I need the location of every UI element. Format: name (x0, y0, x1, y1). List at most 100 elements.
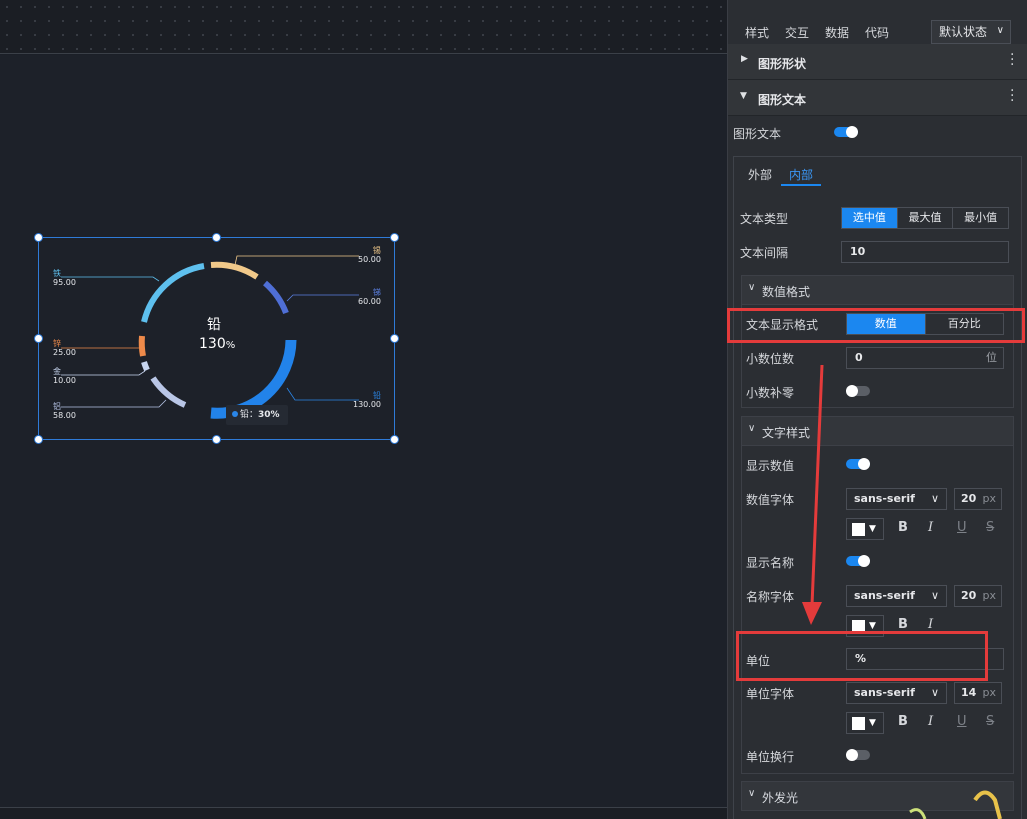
pad-zero-toggle[interactable] (846, 385, 870, 397)
bold-button[interactable]: B (898, 714, 908, 729)
more-icon[interactable]: · · · (1010, 48, 1014, 72)
strikethrough-button[interactable]: S (986, 714, 994, 729)
state-select[interactable]: 默认状态 ∨ (931, 20, 1011, 44)
donut-segment-gold (141, 361, 150, 372)
unit-color-picker[interactable]: ▼ (846, 712, 884, 734)
unit-font-select[interactable]: sans-serif ∨ (846, 682, 947, 704)
resize-handle-tr[interactable] (390, 233, 399, 242)
resize-handle-b[interactable] (212, 435, 221, 444)
chevron-down-icon: ∨ (996, 25, 1004, 36)
label-aluminium-value: 58.00 (53, 411, 76, 420)
value-font-label: 数值字体 (746, 493, 795, 507)
label-aluminium-name: 铝 (53, 402, 61, 411)
label-antimony: 锑 60.00 (358, 288, 381, 306)
state-select-value: 默认状态 (939, 25, 988, 39)
tooltip-value: 30% (258, 410, 280, 420)
value-font-select[interactable]: sans-serif ∨ (846, 488, 947, 510)
value-size-value: 20 (961, 492, 977, 505)
tooltip-dot-icon (232, 411, 238, 417)
underline-button[interactable]: U (957, 714, 967, 729)
resize-handle-br[interactable] (390, 435, 399, 444)
unit-size-value: 14 (961, 686, 977, 699)
tab-inner-underline (781, 184, 821, 186)
tab-outer[interactable]: 外部 (748, 166, 772, 183)
donut-center-name: 铅 (207, 317, 221, 333)
caret-down-icon: ▼ (869, 621, 876, 631)
name-font-label: 名称字体 (746, 590, 795, 604)
leader-line-tin (234, 255, 359, 266)
chevron-down-icon: ∨ (748, 788, 756, 799)
highlight-box-unit (736, 631, 988, 681)
glow-title: 外发光 (762, 791, 799, 805)
chevron-down-icon: ∨ (748, 423, 756, 434)
show-value-toggle[interactable] (846, 458, 870, 470)
tab-inner[interactable]: 内部 (789, 166, 813, 183)
bold-button[interactable]: B (898, 520, 908, 535)
section-text-header[interactable]: ▼ 图形文本 · · · (728, 80, 1027, 116)
section-text-title: 图形文本 (758, 93, 807, 107)
option-selected-value[interactable]: 选中值 (842, 208, 897, 228)
strikethrough-button[interactable]: S (986, 520, 994, 535)
label-lead-name: 铅 (373, 391, 381, 400)
label-iron-value: 95.00 (53, 278, 76, 287)
tab-interaction[interactable]: 交互 (785, 24, 809, 41)
text-gap-input[interactable]: 10 (841, 241, 1009, 263)
caret-right-icon: ▶ (741, 54, 748, 64)
label-iron: 铁 95.00 (53, 269, 76, 287)
name-size-value: 20 (961, 589, 977, 602)
resize-handle-r[interactable] (390, 334, 399, 343)
italic-button[interactable]: I (928, 617, 933, 632)
section-shape-header[interactable]: ▶ 图形形状 · · · (728, 44, 1027, 80)
resize-handle-tl[interactable] (34, 233, 43, 242)
text-style-header[interactable]: ∨ 文字样式 (741, 416, 1014, 446)
option-min-value[interactable]: 最小值 (952, 208, 1008, 228)
unit-font-value: sans-serif (854, 686, 915, 699)
italic-button[interactable]: I (928, 714, 933, 729)
leader-line-aluminium (61, 399, 167, 408)
pad-zero-label: 小数补零 (746, 386, 795, 400)
value-size-input[interactable]: 20 px (954, 488, 1002, 510)
label-tin-name: 锡 (372, 246, 381, 255)
number-format-header[interactable]: ∨ 数值格式 (741, 275, 1014, 305)
label-gold-value: 10.00 (53, 376, 76, 385)
highlight-box-display-format (727, 308, 1025, 343)
donut-segment-zinc (138, 335, 146, 357)
unit-size-input[interactable]: 14 px (954, 682, 1002, 704)
resize-handle-l[interactable] (34, 334, 43, 343)
underline-button[interactable]: U (957, 520, 967, 535)
leader-line-antimony (286, 294, 359, 302)
chevron-down-icon: ∨ (930, 686, 939, 699)
tab-style[interactable]: 样式 (745, 24, 769, 41)
chevron-down-icon: ∨ (930, 589, 939, 602)
italic-button[interactable]: I (928, 520, 933, 535)
label-zinc: 锌 25.00 (53, 339, 76, 357)
caret-down-icon: ▼ (740, 91, 747, 101)
more-icon[interactable]: · · · (1010, 84, 1014, 108)
label-aluminium: 铝 58.00 (53, 402, 76, 420)
unit-wrap-toggle[interactable] (846, 749, 870, 761)
value-color-picker[interactable]: ▼ (846, 518, 884, 540)
name-font-select[interactable]: sans-serif ∨ (846, 585, 947, 607)
name-font-value: sans-serif (854, 589, 915, 602)
annotation-arrow (802, 364, 824, 625)
option-max-value[interactable]: 最大值 (896, 208, 953, 228)
text-type-segment[interactable]: 选中值 最大值 最小值 (841, 207, 1009, 229)
tab-data[interactable]: 数据 (825, 24, 849, 41)
graphic-text-toggle[interactable] (834, 126, 858, 138)
name-size-input[interactable]: 20 px (954, 585, 1002, 607)
chart-widget[interactable]: 铁 95.00 锡 50.00 锑 60.00 锌 25.00 金 10.00 铝 58.0… (34, 233, 399, 444)
resize-handle-bl[interactable] (34, 435, 43, 444)
text-type-label: 文本类型 (740, 212, 789, 226)
decimals-label: 小数位数 (746, 352, 795, 366)
resize-handle-t[interactable] (212, 233, 221, 242)
tab-code[interactable]: 代码 (865, 24, 889, 41)
donut-center-unit: % (225, 340, 236, 351)
top-ruler-strip (0, 0, 727, 54)
decimals-input[interactable]: 0 位 (846, 347, 1004, 369)
label-antimony-value: 60.00 (358, 297, 381, 306)
label-zinc-name: 锌 (53, 339, 61, 348)
donut-segment-iron (141, 263, 205, 323)
show-name-toggle[interactable] (846, 555, 870, 567)
bold-button[interactable]: B (898, 617, 908, 632)
label-lead-value: 130.00 (353, 400, 381, 409)
